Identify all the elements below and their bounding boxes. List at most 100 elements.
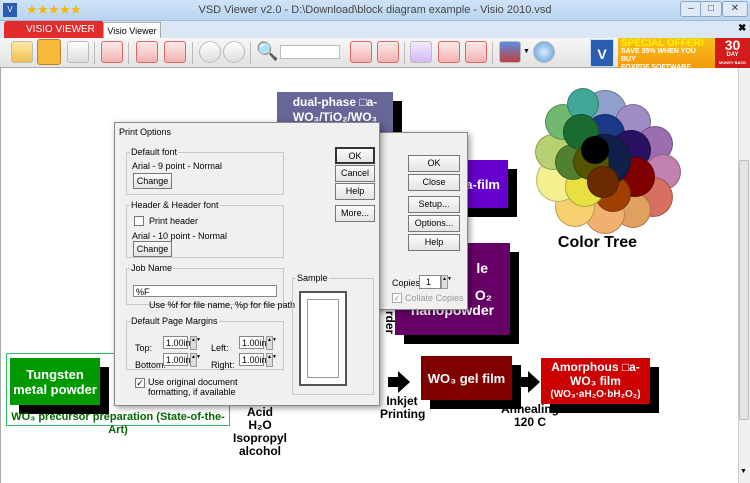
bottom-margin-input[interactable]: 1.00in [163,353,191,366]
use-original-label: Use original document formatting, if ava… [148,377,238,397]
job-name-hint: Use %f for file name, %p for file path [149,300,296,310]
sample-page-preview [299,291,347,386]
gel-film-box[interactable]: WO₃ gel film [421,356,512,400]
separator [192,42,193,64]
separator [94,42,95,64]
next-page-icon[interactable] [223,41,245,63]
fit-width-icon[interactable] [438,41,460,63]
print-header-checkbox[interactable] [134,216,144,226]
print-header-label: Print header [149,216,199,226]
special-offer-banner[interactable]: SPECIAL OFFER! SAVE 35% WHEN YOU BUY FOX… [618,38,715,79]
annealing-label: Annealing 120 C [500,403,560,429]
minimize-button[interactable]: – [680,1,702,17]
amorphous-box[interactable]: Amorphous □a- WO₃ film (WO₃·aH₂O·bH₂O₂) [541,358,650,404]
money-back-badge[interactable]: 30 DAY MONEY BACK GUARANTEE [715,37,750,72]
offer-title: SPECIAL OFFER! [621,38,705,49]
scroll-down-icon[interactable]: ▼ [740,468,747,475]
previous-page-icon[interactable] [199,41,221,63]
page-view-icon[interactable] [164,41,186,63]
color-circle [581,136,609,164]
sample-legend: Sample [297,273,328,283]
copy-page-icon[interactable] [136,41,158,63]
print-help-button[interactable]: Help [408,234,460,251]
inkjet-label: Inkjet Printing [380,395,425,421]
temperature-text: 120 C [513,415,547,429]
nanopowder-text: O₂ [474,286,492,303]
arrow-right-icon [528,371,540,393]
amorphous-text: (WO₃·aH₂O·bH₂O₂) [550,389,641,400]
header-font-value: Arial - 10 point - Normal [132,231,228,241]
default-font-value: Arial - 9 point - Normal [132,161,223,171]
collate-label: Collate Copies [405,293,464,303]
page-margins-legend: Default Page Margins [131,316,218,326]
change-default-font-button[interactable]: Change [133,173,172,189]
app-menu-button[interactable]: VISIO VIEWER [4,21,104,38]
visio-logo-icon[interactable]: V [590,39,614,67]
tab-visio-viewer[interactable]: Visio Viewer [103,22,161,39]
actual-size-icon[interactable] [465,41,487,63]
left-label: Left: [211,343,229,353]
job-name-input[interactable]: %F [133,285,277,297]
job-name-group: Job Name [126,263,284,305]
more-button[interactable]: More... [335,205,375,222]
change-header-font-button[interactable]: Change [133,241,172,257]
separator [492,42,493,64]
language-icon[interactable] [499,41,521,63]
header-legend: Header & Header font [131,200,219,210]
precursor-label: WO₃ precursor preparation (State-of-the-… [11,411,225,436]
reagents-label: Acid H₂O Isopropyl alcohol [230,406,290,458]
fit-page-icon[interactable] [410,41,432,63]
copies-input[interactable]: 1 [419,275,441,289]
export-icon[interactable] [101,41,123,63]
bottom-margin-spinner[interactable]: ▲▼ [190,353,201,367]
open-file-icon[interactable] [11,41,33,63]
tungsten-box[interactable]: Tungsten metal powder [10,358,100,405]
title-bar: V ★ ★ ★ ★ ★ VSD Viewer v2.0 - D:\Downloa… [0,0,750,21]
chevron-down-icon[interactable]: ▼ [523,48,530,55]
print-ok-button[interactable]: OK [408,155,460,172]
ok-button[interactable]: OK [335,147,375,164]
badge-number: 30 [724,37,741,53]
scrollbar-thumb[interactable] [739,160,749,420]
badge-day: DAY [726,52,739,58]
color-tree-label: Color Tree [557,234,638,251]
top-label: Top: [135,343,153,353]
order-fragment-label: rder [383,310,398,335]
web-icon[interactable] [533,41,555,63]
print-icon[interactable] [37,39,61,65]
arrow-right-icon [398,371,410,393]
nanopowder-text: le [476,259,488,276]
alcohol-text: alcohol [238,444,281,458]
collate-checkbox[interactable]: ✓ [392,293,402,303]
right-margin-spinner[interactable]: ▲▼ [266,353,277,367]
default-font-legend: Default font [131,147,178,157]
maximize-button[interactable]: □ [700,1,722,17]
properties-icon[interactable] [67,41,89,63]
cancel-button[interactable]: Cancel [335,165,375,182]
zoom-out-icon[interactable] [377,41,399,63]
dialog-title: Print Options [119,127,172,137]
search-icon[interactable]: 🔍 [256,41,278,62]
close-button[interactable]: ✕ [722,1,748,17]
right-margin-input[interactable]: 1.00in [239,353,267,366]
copies-spinner[interactable]: ▲▼ [441,275,452,289]
setup-button[interactable]: Setup... [408,196,460,213]
top-margin-input[interactable]: 1.00in [163,336,191,349]
color-tree-graphic[interactable] [525,82,685,234]
help-button[interactable]: Help [335,183,375,200]
left-margin-spinner[interactable]: ▲▼ [266,336,277,350]
top-margin-spinner[interactable]: ▲▼ [190,336,201,350]
left-margin-input[interactable]: 1.00in [239,336,267,349]
separator [404,42,405,64]
print-close-button[interactable]: Close [408,174,460,191]
use-original-checkbox[interactable]: ✓ [135,378,145,388]
print-options-dialog: Print Options Default font Arial - 9 poi… [114,122,380,406]
offer-text: SAVE 35% WHEN YOU BUY [621,48,696,63]
options-button[interactable]: Options... [408,215,460,232]
search-input[interactable] [280,45,340,59]
separator [128,42,129,64]
bottom-label: Bottom: [135,360,167,370]
zoom-in-icon[interactable] [350,41,372,63]
close-tab-icon[interactable]: ✖ [738,23,746,34]
copies-label: Copies: [392,278,423,288]
